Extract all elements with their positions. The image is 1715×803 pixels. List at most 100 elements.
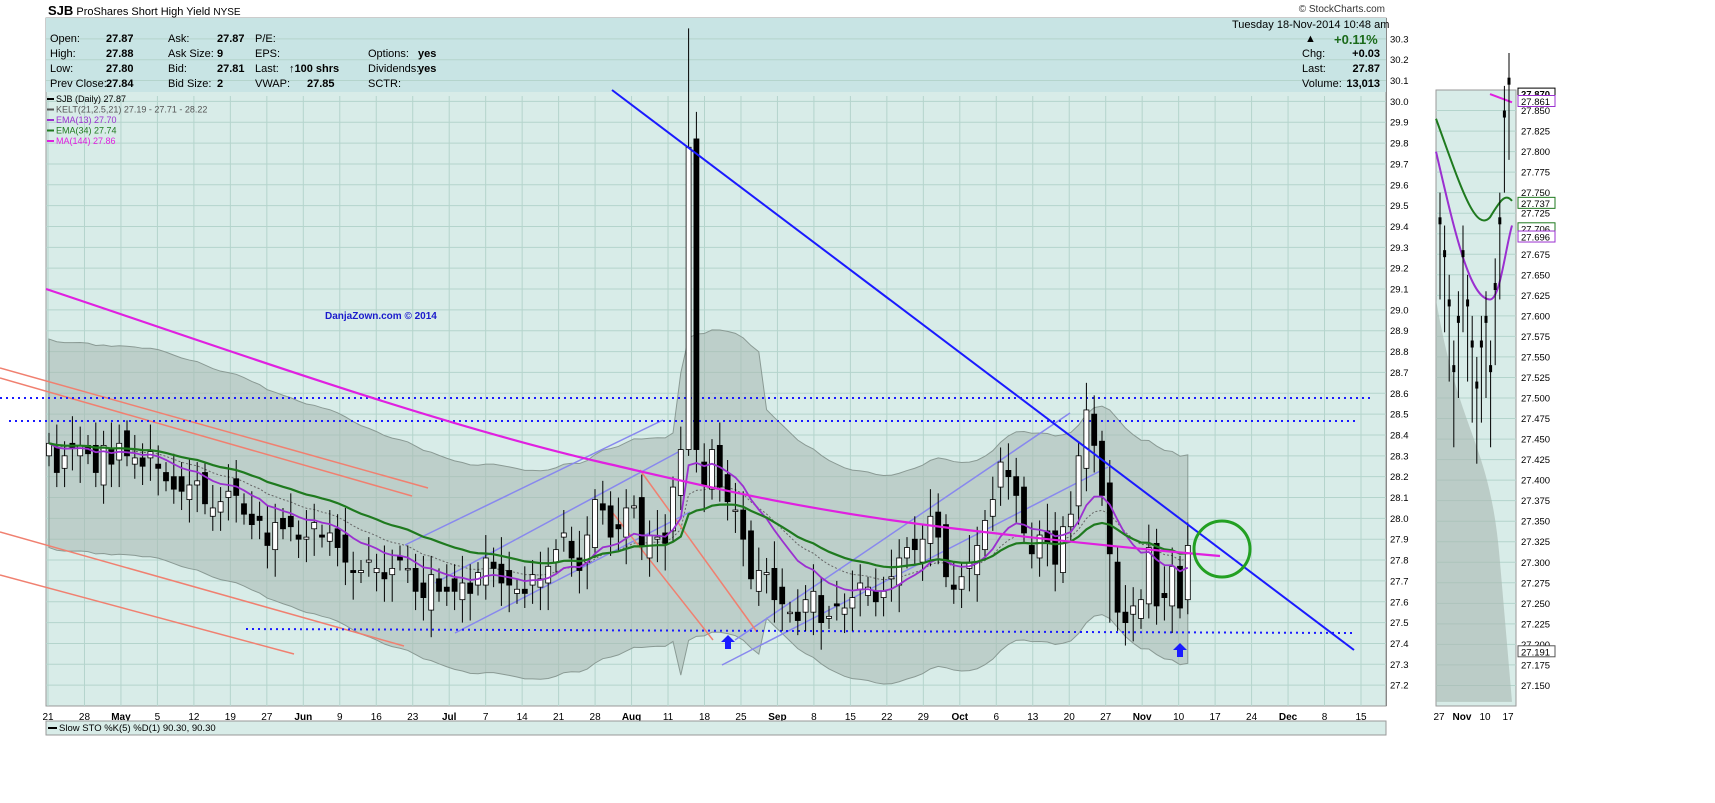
quote-label: Dividends:	[368, 63, 420, 75]
candle-body	[1138, 599, 1144, 619]
side-candle-body	[1493, 283, 1497, 291]
side-y-tick-label: 27.675	[1521, 250, 1550, 261]
candle-body	[592, 499, 598, 548]
quote-value: 27.84	[106, 78, 134, 90]
candle-body	[670, 486, 676, 532]
side-price-tag: 27.861	[1521, 97, 1550, 108]
side-x-tick-label: Nov	[1453, 712, 1472, 723]
candle-body	[982, 520, 988, 551]
candle-body	[1067, 513, 1074, 528]
y-tick-label: 27.3	[1390, 660, 1409, 671]
candle-body	[131, 457, 138, 465]
candle-body	[553, 549, 559, 563]
y-tick-label: 28.8	[1390, 347, 1409, 358]
candle-body	[350, 570, 357, 573]
candle-body	[810, 590, 817, 613]
candle-body	[53, 447, 60, 473]
candle-body	[545, 565, 552, 584]
candle-body	[623, 507, 630, 538]
candle-body	[1106, 482, 1113, 555]
candle-body	[287, 515, 294, 528]
candle-body	[373, 568, 380, 573]
candle-body	[888, 576, 895, 580]
candle-body	[303, 536, 310, 540]
candle-body	[365, 559, 372, 563]
candle-body	[1153, 542, 1160, 607]
quote-value: 27.87	[217, 33, 245, 45]
change-percent: +0.11%	[1334, 32, 1378, 47]
candle-body	[997, 461, 1004, 488]
y-tick-label: 28.4	[1390, 430, 1409, 441]
candle-body	[334, 528, 341, 548]
y-tick-label: 28.9	[1390, 326, 1409, 337]
quote-datetime: Tuesday 18-Nov-2014 10:48 am	[1232, 19, 1390, 31]
y-tick-label: 29.9	[1390, 118, 1409, 129]
candle-body	[1122, 611, 1129, 624]
side-y-tick-label: 27.625	[1521, 291, 1550, 302]
quote-value: ↑100 shrs	[289, 63, 340, 75]
side-candle-body	[1443, 250, 1447, 258]
y-tick-label: 27.9	[1390, 535, 1409, 546]
candle-body	[498, 563, 505, 584]
candle-body	[826, 615, 832, 619]
side-x-tick-label: 27	[1433, 712, 1445, 723]
y-tick-label: 29.8	[1390, 139, 1409, 150]
quote-label: Last:	[1302, 63, 1326, 75]
y-tick-label: 28.0	[1390, 514, 1409, 525]
y-tick-label: 29.1	[1390, 285, 1409, 296]
side-y-tick-label: 27.350	[1521, 517, 1550, 528]
y-tick-label: 28.3	[1390, 451, 1409, 462]
candle-body	[311, 522, 318, 530]
chart-svg: 30.3 30.2 30.1 30.0 29.9 29.8 29.7 29.6 29.5 29.4…	[0, 17, 1556, 736]
candle-body	[849, 597, 856, 609]
side-y-tick-label: 27.400	[1521, 476, 1550, 487]
candle-body	[911, 538, 918, 551]
candle-body	[194, 480, 201, 486]
candle-body	[264, 532, 271, 546]
candle-body	[1177, 565, 1183, 609]
candle-body	[404, 568, 411, 571]
candle-body	[1083, 409, 1090, 469]
candle-body	[857, 582, 864, 590]
candle-body	[1075, 455, 1082, 507]
candle-body	[950, 584, 957, 590]
candle-body	[935, 511, 942, 538]
side-candle-body	[1498, 217, 1502, 225]
y-tick-label: 30.2	[1390, 55, 1409, 66]
legend-entry: SJB (Daily) 27.87	[56, 94, 126, 104]
side-y-tick-label: 27.300	[1521, 558, 1550, 569]
side-price-tag: 27.191	[1521, 647, 1550, 658]
candle-body	[818, 595, 825, 624]
candle-body	[740, 509, 747, 540]
candle-body	[1028, 545, 1035, 555]
candle-body	[685, 146, 692, 450]
candle-body	[256, 515, 263, 521]
side-y-tick-label: 27.650	[1521, 270, 1550, 281]
side-candle-body	[1470, 340, 1474, 348]
side-candle-body	[1452, 365, 1456, 373]
indicator-label: Slow STO %K(5) %D(1) 90.30, 90.30	[59, 723, 216, 734]
candle-body	[1099, 440, 1105, 496]
candle-body	[295, 534, 302, 540]
candle-body	[896, 557, 903, 586]
candle-body	[638, 497, 645, 546]
quote-label: Prev Close:	[50, 78, 107, 90]
quote-value: 27.80	[106, 63, 134, 75]
side-candle-body	[1438, 217, 1442, 225]
side-y-tick-label: 27.575	[1521, 332, 1550, 343]
candle-body	[709, 449, 715, 490]
side-price-tag: 27.737	[1521, 199, 1550, 210]
quote-summary-value: 13,013	[1346, 78, 1380, 90]
candle-body	[209, 507, 216, 517]
candle-body	[872, 590, 879, 603]
candle-body	[443, 586, 450, 592]
candle-body	[943, 524, 949, 578]
quote-label: Options:	[368, 48, 409, 60]
y-tick-label: 27.8	[1390, 556, 1409, 567]
legend-entry: KELT(21,2.5,21) 27.19 - 27.71 - 28.22	[56, 105, 207, 115]
candle-body	[802, 599, 809, 613]
candle-body	[280, 517, 286, 530]
y-tick-label: 27.5	[1390, 618, 1409, 629]
candle-body	[139, 457, 146, 467]
quote-label: EPS:	[255, 48, 281, 60]
